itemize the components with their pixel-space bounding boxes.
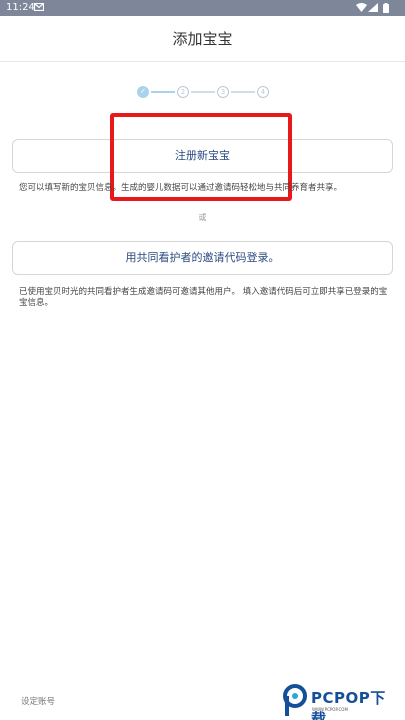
progress-stepper: ✓ 2 3 4 bbox=[137, 86, 269, 98]
step-3: 3 bbox=[217, 86, 229, 98]
watermark-logo: PCPOP下载 WWW.PCPOP.COM bbox=[283, 684, 401, 720]
step-connector bbox=[191, 91, 215, 93]
wifi-icon bbox=[356, 3, 367, 12]
step-2: 2 bbox=[177, 86, 189, 98]
status-bar: 11:24 bbox=[0, 0, 405, 16]
step-connector bbox=[151, 91, 175, 93]
step-1-done: ✓ bbox=[137, 86, 149, 98]
or-divider-text: 或 bbox=[198, 213, 207, 222]
watermark-brand: PCPOP下载 bbox=[311, 689, 386, 720]
invite-description: 已使用宝贝时光的共同看护者生成邀请码可邀请其他用户。 填入邀请代码后可立即共享已… bbox=[19, 287, 388, 308]
battery-icon bbox=[383, 3, 389, 13]
signal-icon bbox=[368, 3, 378, 12]
watermark-url: WWW.PCPOP.COM bbox=[312, 707, 348, 712]
register-description: 您可以填写新的宝贝信息。生成的婴儿数据可以通过邀请码轻松地与共同养育者共享。 bbox=[19, 183, 343, 193]
step-connector bbox=[231, 91, 255, 93]
step-4: 4 bbox=[257, 86, 269, 98]
page-title: 添加宝宝 bbox=[172, 30, 233, 48]
app-header: 添加宝宝 bbox=[0, 16, 405, 62]
pcpop-logo-icon bbox=[283, 684, 307, 716]
invite-code-login-button[interactable]: 用共同看护者的邀请代码登录。 bbox=[12, 241, 393, 275]
status-time: 11:24 bbox=[6, 2, 35, 13]
account-settings-link[interactable]: 设定账号 bbox=[21, 695, 55, 707]
gmail-icon bbox=[34, 3, 44, 11]
